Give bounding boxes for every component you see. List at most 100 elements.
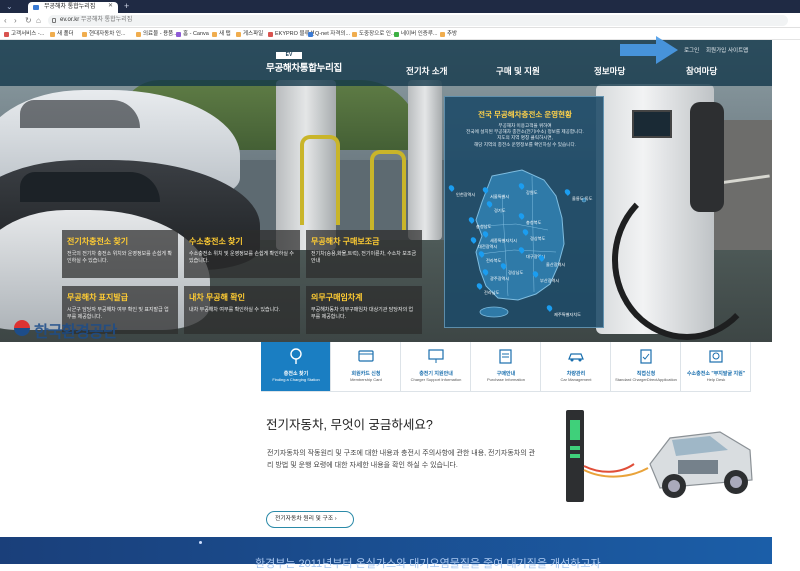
map-region-label[interactable]: 광주광역시 [490,276,509,282]
map-region-label[interactable]: 전라남도 [484,290,499,296]
quick-box[interactable]: 내차 무공해 확인 내차 무공해차 여부를 확인하실 수 있습니다. [184,286,300,334]
bookmark-item[interactable]: 게스파일 [236,30,263,38]
bollard [300,135,340,225]
blue-arrow-icon [620,36,678,64]
bookmark-item[interactable]: 도중장으로 인... [352,30,395,38]
quick-box[interactable]: 의무구매임차계무공해차동차 의무구매임차 대상기관 담당자의 업무를 제공합니다… [306,286,422,334]
map-region-label[interactable]: 대전광역시 [478,244,497,250]
bookmark-folder-icon [82,32,87,37]
quick-box-title: 수소충전소 찾기 [189,237,243,246]
site-logo[interactable]: EV 무공해차통합누리집 [266,52,350,74]
back-icon[interactable]: ‹ [4,16,7,25]
new-tab-icon[interactable]: + [124,1,129,12]
bookmark-label: 네이버 인증루... [401,31,438,37]
quick-box[interactable]: 무공해차 구매보조금전기차(승용,화물,트럭), 전기이륜차, 수소차 보조금 … [306,230,422,278]
bookmark-folder-icon [4,32,9,37]
quick-box-desc: 무공해차동차 의무구매임차 대상기관 담당자의 업무를 제공합니다. [311,307,414,320]
ev-principle-button[interactable]: 전기자동차 원리 및 구조 › [266,511,354,528]
menu-item[interactable]: 수소충전소 "부지발굴 지원" Help Desk [681,342,751,392]
car-manage-icon [568,353,584,362]
menu-item[interactable]: 충전기 지원안내 Charger Support Information [401,342,471,392]
korea-map[interactable] [452,166,598,322]
menu-item[interactable]: 차량관리 Car Management [541,342,611,392]
browser-tab-bar: ⌄ 무공해차 통합누리집 ✕ + [0,0,800,13]
home-icon[interactable]: ⌂ [36,16,41,25]
url-host: ev.or.kr [60,17,80,23]
bookmark-folder-icon [352,32,357,37]
quick-box-title: 내차 무공해 확인 [189,293,245,302]
quick-box-title: 무공해차 표지발급 [67,293,129,302]
quick-box[interactable]: 수소충전소 찾기 수소충전소 위치 및 운영정보를 손쉽게 확인하실 수 있습니다… [184,230,300,278]
map-region-label[interactable]: 경상북도 [530,236,545,242]
bookmark-label: 현대자동차 인... [89,31,126,37]
map-region-label[interactable]: 경기도 [494,208,506,214]
bookmark-folder-icon [268,32,273,37]
bookmark-folder-icon [212,32,217,37]
nav-info[interactable]: 정보마당 [594,65,625,77]
menu-item[interactable]: 구매안내 Purchase Information [471,342,541,392]
close-tab-icon[interactable]: ✕ [108,3,113,9]
quick-box-desc: 전기차(승용,화물,트럭), 전기이륜차, 수소차 보조금 안내 [311,251,417,264]
keco-logo-icon [14,320,30,336]
bookmark-folder-icon [308,32,313,37]
browser-tab[interactable]: 무공해차 통합누리집 [28,2,118,13]
map-region-label[interactable]: 제주특별자치도 [554,312,581,318]
nav-participation[interactable]: 참여마당 [686,65,717,77]
quick-box[interactable]: 전기차충전소 찾기전국의 전기차 충전소 위치와 운영정보를 손쉽게 확인하실 … [62,230,178,278]
menu-item[interactable]: 충전소 찾기 Finding a Charging Station [261,342,331,392]
bookmark-item[interactable]: 고객서비스 -... [4,30,44,38]
map-title: 전국 무공해차충전소 운영현황 [478,110,572,119]
charging-post [408,80,442,240]
map-region-label[interactable]: 강원도 [526,190,538,196]
monitor-icon [428,349,444,363]
bookmark-item[interactable]: 추방 [440,30,457,38]
bookmark-item[interactable]: Q-net 자격의... [308,30,350,38]
map-region-label[interactable]: 충청남도 [476,224,491,230]
lock-icon [52,18,56,23]
map-region-label[interactable]: 전라북도 [486,258,501,264]
bookmark-folder-icon [50,32,55,37]
bookmark-label: 게스파일 [243,31,264,37]
quick-box-title: 의무구매임차계 [311,293,363,302]
signup-link[interactable]: 회원가입 [706,46,726,54]
bookmark-item[interactable]: 새 탭 [212,30,231,38]
window-menu-icon[interactable]: ⌄ [6,2,16,11]
login-link[interactable]: 로그인 [684,46,699,54]
quick-box-title: 전기차충전소 찾기 [67,237,129,246]
map-region-label[interactable]: 인천광역시 [456,192,475,198]
nav-purchase-support[interactable]: 구매 및 지원 [496,65,540,77]
quick-box-title: 무공해차 구매보조금 [311,237,380,246]
bookmark-item[interactable]: 홈 - Canva [176,30,209,38]
map-region-label[interactable]: 경상남도 [508,270,523,276]
bookmark-item[interactable]: 의료물 - 용품... [136,30,178,38]
favicon-icon [33,5,39,10]
bookmark-item[interactable]: 네이버 인증루... [394,30,437,38]
charger-cable [612,180,762,340]
bookmark-folder-icon [440,32,445,37]
map-region-label[interactable]: 울산광역시 [546,262,565,268]
sitemap-link[interactable]: 사이트맵 [728,46,748,54]
bookmark-item[interactable]: 현대자동차 인... [82,30,125,38]
charger-screen [632,110,672,138]
map-region-label[interactable]: 서울특별시 [490,194,509,200]
bookmark-label: 도중장으로 인... [359,31,396,37]
menu-item-sublabel: Membership Card [350,377,382,382]
menu-item-sublabel: Car Management [560,377,592,382]
quick-box-desc: 전국의 전기차 충전소 위치와 운영정보를 손쉽게 확인하실 수 있습니다. [67,251,172,264]
map-region-label[interactable]: 충청북도 [526,220,541,226]
menu-item[interactable]: 회원카드 신청 Membership Card [331,342,401,392]
reload-icon[interactable]: ↻ [25,16,32,25]
menu-item[interactable]: 직접신청 Standard ChargerDirectApplication [611,342,681,392]
nav-ev-intro[interactable]: 전기차 소개 [406,65,447,77]
bookmark-item[interactable]: 새 폴더 [50,30,74,38]
url-page-title: 무공해차 통합누리집 [80,17,133,23]
forward-icon[interactable]: › [14,16,17,25]
map-description: 무공해차 이용고객을 위하여 전국에 설치된 무공해차 충전소(전기/수소) 정… [466,123,584,147]
map-region-label[interactable]: 울릉도 독도 [572,196,592,202]
url-field[interactable]: ev.or.kr 무공해차 통합누리집 [48,15,788,26]
map-region-label[interactable]: 부산광역시 [540,278,559,284]
charging-pin-icon [290,348,302,364]
bookmark-label: 새 폴더 [57,31,74,37]
slider-dot[interactable] [199,541,202,544]
logo-text: 무공해차통합누리집 [266,63,342,74]
